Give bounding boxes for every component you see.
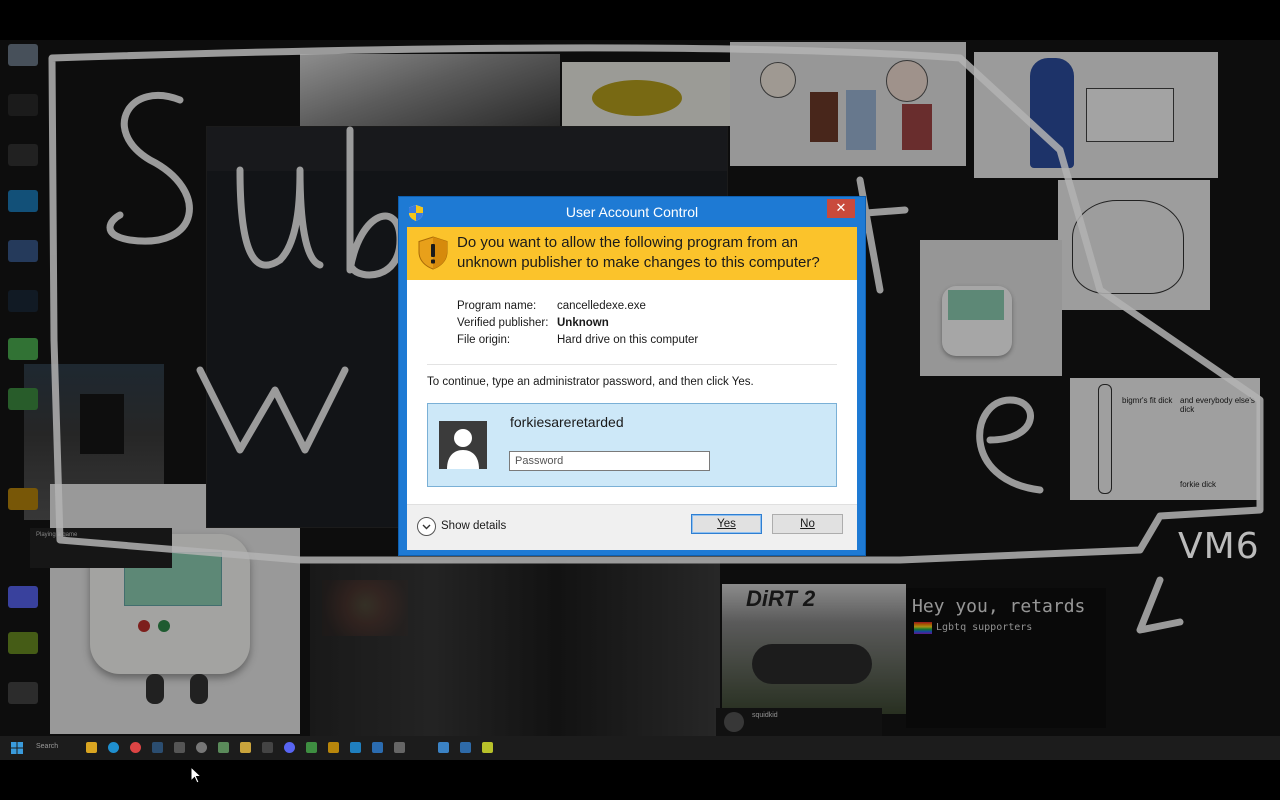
show-details-label: Show details (441, 520, 507, 532)
app-taskbar-icon-15[interactable] (394, 742, 405, 753)
uac-title: User Account Control (565, 204, 699, 220)
no-button[interactable]: No (772, 514, 843, 534)
program-name-label: Program name: (457, 300, 537, 312)
app-taskbar-icon-7[interactable] (218, 742, 229, 753)
uac-title-bar[interactable]: User Account Control ✕ (399, 197, 865, 227)
chrome-icon[interactable] (130, 742, 141, 753)
origin-value: Hard drive on this computer (557, 334, 699, 346)
app-taskbar-icon-11[interactable] (306, 742, 317, 753)
app-taskbar-icon-6[interactable] (196, 742, 207, 753)
yes-button[interactable]: Yes (691, 514, 762, 534)
password-input[interactable] (509, 451, 710, 471)
taskbar: Search (0, 736, 1280, 760)
instruction-text: To continue, type an administrator passw… (427, 376, 754, 388)
mouse-cursor-icon (190, 766, 202, 784)
username-label: forkiesareretarded (510, 414, 624, 430)
letterbox-top (0, 0, 1280, 40)
uac-dialog: User Account Control ✕ Do you want to al… (399, 197, 865, 555)
app-taskbar-icon-8[interactable] (240, 742, 251, 753)
app-taskbar-icon-14[interactable] (372, 742, 383, 753)
chevron-down-icon (417, 517, 436, 536)
yes-label: Yes (717, 518, 736, 530)
steam-taskbar-icon[interactable] (152, 742, 163, 753)
no-label: No (800, 518, 815, 530)
app-taskbar-icon-9[interactable] (262, 742, 273, 753)
uac-question: Do you want to allow the following progr… (457, 234, 820, 271)
edge-taskbar-icon[interactable] (108, 742, 119, 753)
app-taskbar-icon-16[interactable] (438, 742, 449, 753)
divider (427, 364, 837, 365)
windows-start-icon[interactable] (11, 742, 23, 754)
publisher-label: Verified publisher: (457, 317, 549, 329)
vm6-label: VM6 (1178, 526, 1260, 567)
file-explorer-icon[interactable] (86, 742, 97, 753)
app-taskbar-icon-12[interactable] (328, 742, 339, 753)
app-taskbar-icon-13[interactable] (350, 742, 361, 753)
app-taskbar-icon-17[interactable] (460, 742, 471, 753)
close-button[interactable]: ✕ (827, 199, 855, 218)
user-silhouette-icon (447, 429, 479, 469)
discord-taskbar-icon[interactable] (284, 742, 295, 753)
warning-banner: Do you want to allow the following progr… (407, 227, 857, 280)
system-tray[interactable] (1200, 740, 1258, 748)
app-taskbar-icon-18[interactable] (482, 742, 493, 753)
taskbar-search[interactable]: Search (36, 743, 58, 750)
uac-body: Do you want to allow the following progr… (407, 227, 857, 550)
app-taskbar-icon-5[interactable] (174, 742, 185, 753)
dialog-footer: Show details Yes No (407, 504, 857, 550)
credential-tile[interactable]: forkiesareretarded (427, 403, 837, 487)
user-avatar (439, 421, 487, 469)
origin-label: File origin: (457, 334, 511, 346)
publisher-value: Unknown (557, 317, 609, 329)
program-name-value: cancelledexe.exe (557, 300, 646, 312)
warning-shield-icon (418, 236, 448, 270)
